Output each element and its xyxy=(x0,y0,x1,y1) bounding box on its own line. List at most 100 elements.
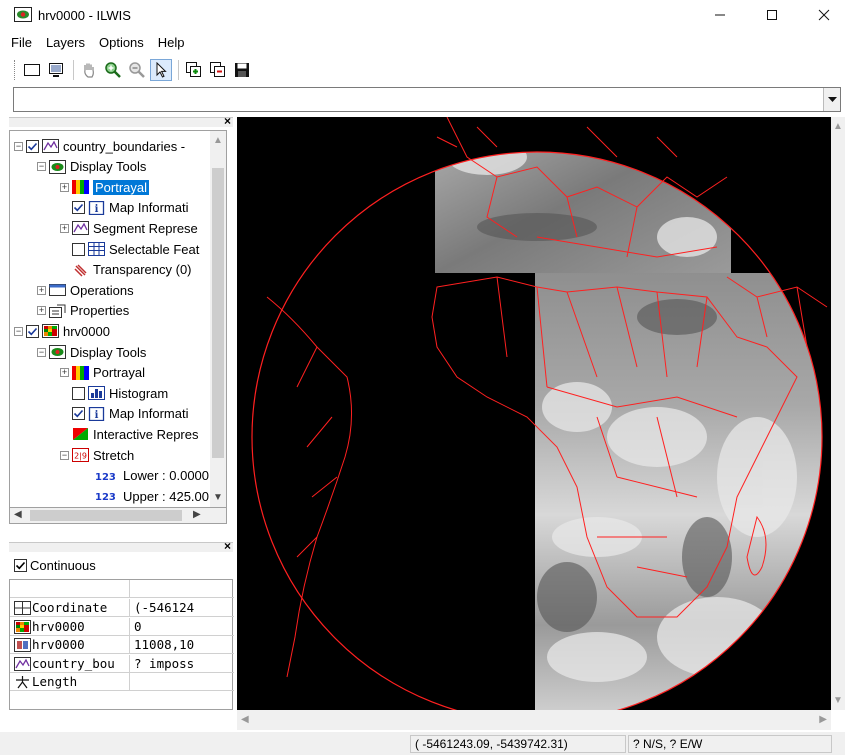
status-bar: ( -5461243.09, -5439742.31) ? N/S, ? E/W xyxy=(0,732,845,755)
close-button[interactable] xyxy=(801,0,845,30)
tree-item-label: Display Tools xyxy=(70,344,147,360)
continuous-option[interactable]: Continuous xyxy=(14,558,96,573)
ilwis-app-icon xyxy=(14,7,32,22)
menu-file[interactable]: File xyxy=(0,33,39,53)
tree-item[interactable]: Histogram xyxy=(60,383,168,403)
pixel-info-row[interactable]: Length xyxy=(10,673,234,691)
command-combobox[interactable] xyxy=(13,87,841,112)
coordinate-icon xyxy=(14,601,31,615)
collapse-icon[interactable]: − xyxy=(14,326,23,336)
zoom-in-icon[interactable] xyxy=(102,59,124,81)
map-view[interactable] xyxy=(237,117,831,710)
tree-horizontal-scrollbar[interactable]: ◀ ▶ xyxy=(9,508,227,524)
map-scroll-right-arrow-icon[interactable]: ▶ xyxy=(819,714,827,725)
expand-icon[interactable]: + xyxy=(60,223,69,233)
tree-item[interactable]: Interactive Repres xyxy=(60,424,199,444)
pixel-info-name-text: country_bou xyxy=(32,655,115,671)
tree-scroll-thumb[interactable] xyxy=(212,168,224,458)
scroll-up-arrow-icon[interactable]: ▲ xyxy=(213,135,223,146)
collapse-icon[interactable]: − xyxy=(37,162,46,172)
layer-visibility-checkbox[interactable] xyxy=(26,139,39,153)
tree-item[interactable]: − hrv0000 xyxy=(14,321,110,341)
tree-item[interactable]: i Map Informati xyxy=(60,404,188,424)
menu-help[interactable]: Help xyxy=(151,33,192,53)
tree-item[interactable]: − Display Tools xyxy=(37,342,146,362)
pixel-info-name: Coordinate xyxy=(10,599,130,617)
collapse-icon[interactable]: − xyxy=(14,141,23,151)
map-scroll-down-arrow-icon[interactable]: ▼ xyxy=(833,695,843,706)
continuous-checkbox[interactable] xyxy=(14,559,27,572)
map-horizontal-scrollbar[interactable]: ◀ ▶ xyxy=(237,710,831,730)
layer-visibility-checkbox[interactable] xyxy=(72,201,85,215)
tree-item[interactable]: Selectable Feat xyxy=(60,239,199,259)
layer-visibility-checkbox[interactable] xyxy=(72,386,85,400)
earth-satellite-image xyxy=(251,117,828,710)
tree-item-label: Transparency (0) xyxy=(93,262,192,278)
portrayal-icon xyxy=(72,180,89,195)
pixel-info-row[interactable]: Coordinate (-546124 xyxy=(10,599,234,617)
menu-options[interactable]: Options xyxy=(92,33,151,53)
tree-item[interactable]: 123 Lower : 0.0000 xyxy=(83,466,209,486)
minimize-button[interactable] xyxy=(697,0,743,30)
save-icon[interactable] xyxy=(231,59,253,81)
collapse-icon[interactable]: − xyxy=(37,347,46,357)
select-pointer-icon[interactable] xyxy=(150,59,172,81)
tree-item[interactable]: − Display Tools xyxy=(37,157,146,177)
collapse-icon[interactable]: − xyxy=(60,450,69,460)
pixel-info-name-text: Coordinate xyxy=(32,600,108,615)
tree-vertical-scrollbar[interactable]: ▲ ▼ xyxy=(210,131,226,507)
tree-item[interactable]: 123 Upper : 425.00 xyxy=(83,486,209,506)
tree-item[interactable]: − country_boundaries - xyxy=(14,136,185,156)
table-icon xyxy=(88,242,105,256)
scroll-down-arrow-icon[interactable]: ▼ xyxy=(213,492,223,503)
close-pane-icon[interactable]: × xyxy=(224,114,231,128)
histogram-icon xyxy=(88,386,105,401)
numeric-icon: 123 xyxy=(95,489,119,503)
tree-item[interactable]: + Segment Represe xyxy=(60,218,198,238)
close-pane-icon[interactable]: × xyxy=(224,539,231,553)
map-vertical-scrollbar[interactable]: ▲ ▼ xyxy=(831,117,845,710)
toolbar-separator xyxy=(73,60,74,80)
map-scroll-left-arrow-icon[interactable]: ◀ xyxy=(241,714,249,725)
numeric-icon: 123 xyxy=(95,469,119,483)
maximize-button[interactable] xyxy=(749,0,795,30)
toolbar-grip[interactable] xyxy=(14,60,17,80)
expand-icon[interactable]: + xyxy=(60,182,69,192)
expand-icon[interactable]: + xyxy=(37,285,46,295)
pixel-info-value xyxy=(131,673,234,691)
tree-item[interactable]: i Map Informati xyxy=(60,198,188,218)
menu-layers[interactable]: Layers xyxy=(39,33,92,53)
tree-item[interactable]: + Properties xyxy=(37,301,129,321)
pixel-info-name-text: hrv0000 xyxy=(32,618,85,634)
tree-item[interactable]: + Operations xyxy=(37,280,134,300)
interactive-icon xyxy=(72,427,89,441)
layer-visibility-checkbox[interactable] xyxy=(26,324,39,338)
tree-item[interactable]: + Portrayal xyxy=(60,177,150,197)
add-layer-icon[interactable] xyxy=(183,59,205,81)
display-icon[interactable] xyxy=(45,59,67,81)
tree-item[interactable]: Transparency (0) xyxy=(60,260,192,280)
scroll-left-arrow-icon[interactable]: ◀ xyxy=(14,509,22,520)
map-scroll-up-arrow-icon[interactable]: ▲ xyxy=(833,121,843,132)
tree-item[interactable]: + Portrayal xyxy=(60,363,145,383)
layer-visibility-checkbox[interactable] xyxy=(72,242,85,256)
expand-icon[interactable]: + xyxy=(37,306,46,316)
info-icon: i xyxy=(88,200,105,215)
zoom-out-icon[interactable] xyxy=(126,59,148,81)
remove-layer-icon[interactable] xyxy=(207,59,229,81)
tree-item[interactable]: −2|9 Stretch xyxy=(60,445,134,465)
pixel-info-row[interactable]: country_bou ? imposs xyxy=(10,654,234,673)
new-map-icon[interactable] xyxy=(21,59,43,81)
expand-icon[interactable]: + xyxy=(60,368,69,378)
scroll-right-arrow-icon[interactable]: ▶ xyxy=(193,509,201,520)
pixel-info-row[interactable]: hrv0000 0 xyxy=(10,617,234,636)
pixel-info-value: ? imposs xyxy=(134,655,195,671)
tree-hscroll-thumb[interactable] xyxy=(30,510,182,521)
layer-visibility-checkbox[interactable] xyxy=(72,407,85,421)
dropdown-arrow-icon[interactable] xyxy=(823,88,840,111)
pixel-info-row[interactable]: hrv0000 11008,10 xyxy=(10,636,234,654)
tree-item-label: Segment Represe xyxy=(93,220,198,236)
pan-icon[interactable] xyxy=(78,59,100,81)
tree-item-label: Stretch xyxy=(93,447,135,463)
tree-item-label: Portrayal xyxy=(93,365,146,381)
